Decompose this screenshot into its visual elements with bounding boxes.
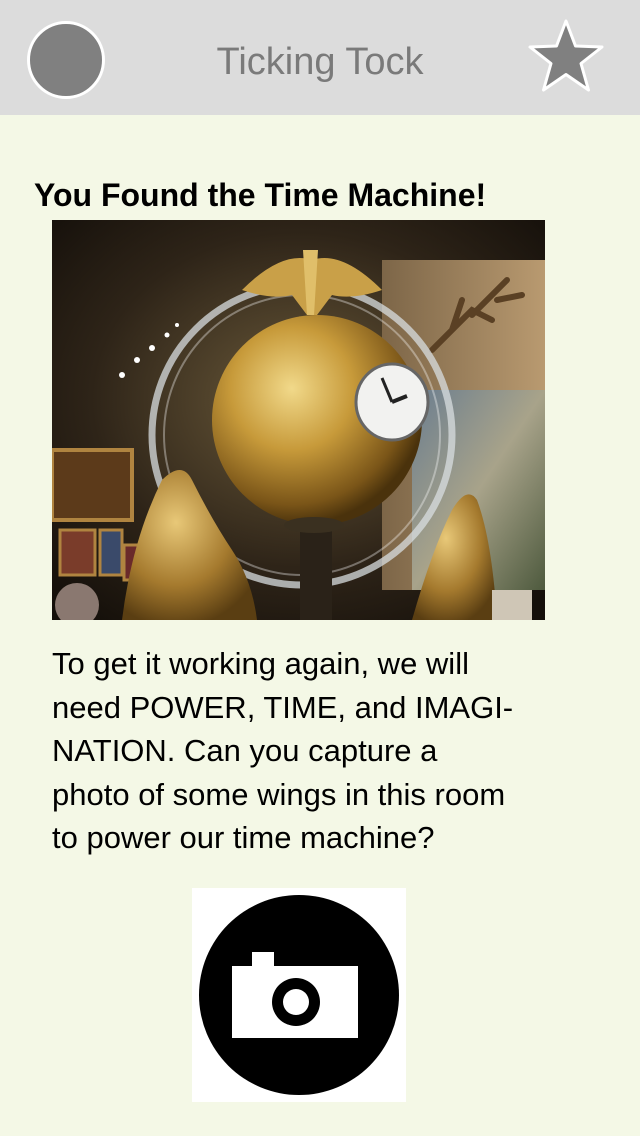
star-icon[interactable]: [526, 18, 606, 94]
instructions-line: to power our time machine?: [52, 820, 435, 855]
camera-icon: [199, 895, 399, 1095]
camera-button[interactable]: [192, 888, 406, 1102]
instructions-line: photo of some wings in this room: [52, 776, 506, 812]
avatar[interactable]: [27, 21, 105, 99]
instructions-line: need POWER, TIME, and IMAGI-: [52, 689, 514, 725]
instructions-line: To get it working again, we will: [52, 646, 469, 681]
time-machine-photo: [52, 220, 545, 620]
page-heading: You Found the Time Machine!: [34, 177, 487, 213]
instructions-line: NATION. Can you capture a: [52, 733, 438, 768]
app-header: Ticking Tock: [0, 0, 640, 115]
app-title: Ticking Tock: [216, 41, 424, 83]
instructions-text: To get it working again, we will need PO…: [52, 642, 612, 860]
